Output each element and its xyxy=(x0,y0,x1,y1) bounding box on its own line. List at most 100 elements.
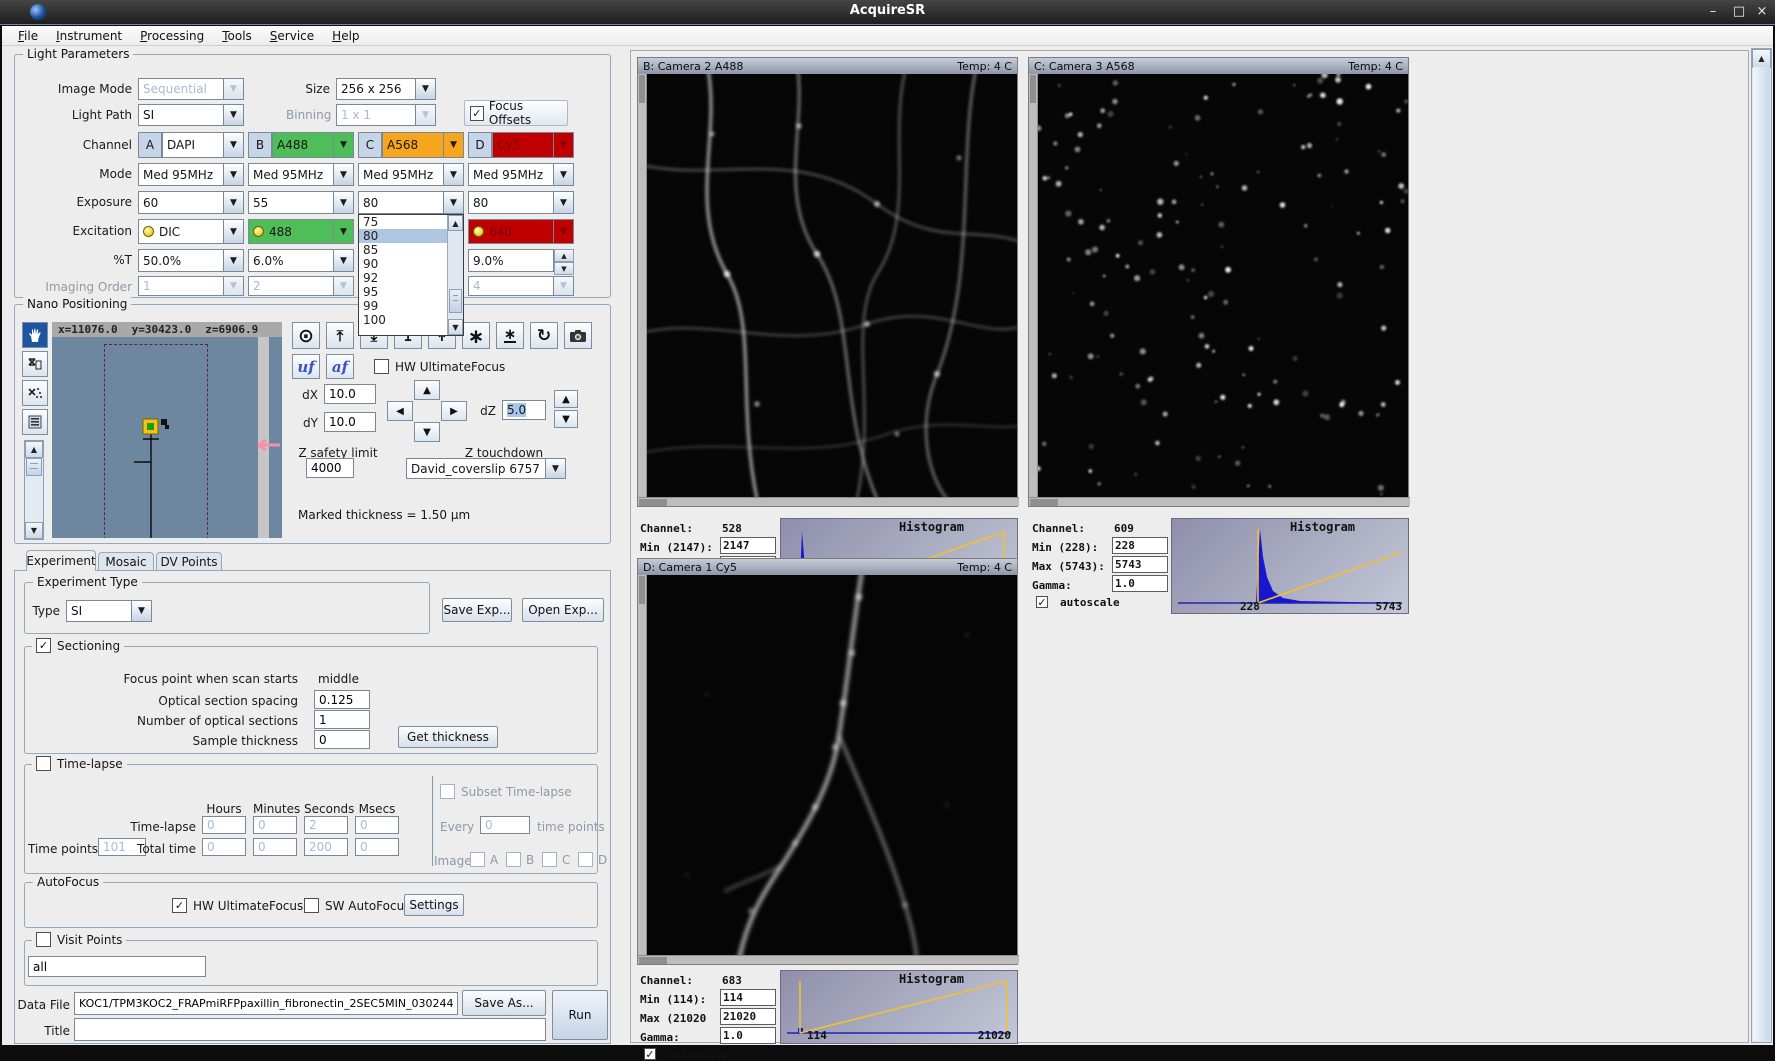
focus-offsets-checkbox[interactable]: ✓ xyxy=(470,105,484,121)
max-input[interactable]: 21020 xyxy=(720,1008,776,1025)
dropdown-option[interactable]: 90 xyxy=(359,257,448,271)
camera-b-vscrollbar[interactable] xyxy=(638,74,647,497)
tab-dv-points[interactable]: DV Points xyxy=(156,552,222,571)
z-touchdown-select[interactable]: David_coverslip 6757 ▼ xyxy=(406,458,566,479)
move-to-top-button[interactable]: ⤒ xyxy=(326,322,354,349)
scroll-up-icon[interactable]: ▲ xyxy=(448,215,463,231)
scroll-down-icon[interactable]: ▼ xyxy=(448,319,463,335)
min-input[interactable]: 114 xyxy=(720,989,776,1006)
title-input[interactable] xyxy=(74,1018,546,1041)
menu-tools[interactable]: Tools xyxy=(214,28,260,44)
scrollbar-thumb[interactable] xyxy=(26,458,42,476)
min-input[interactable]: 2147 xyxy=(720,537,776,554)
chevron-down-icon[interactable]: ▼ xyxy=(554,262,574,275)
dropdown-option[interactable]: 100 xyxy=(359,313,448,327)
camera-d-image[interactable] xyxy=(647,575,1017,955)
gamma-input[interactable]: 1.0 xyxy=(1112,575,1168,592)
visit-points-checkbox[interactable]: ✓ xyxy=(36,932,51,947)
dropdown-option[interactable]: 99 xyxy=(359,299,448,313)
data-file-input[interactable] xyxy=(74,992,458,1015)
tab-experiment[interactable]: Experiment xyxy=(26,550,96,571)
scrollbar-thumb[interactable] xyxy=(1030,75,1036,103)
mode-a-select[interactable]: Med 95MHz ▼ xyxy=(138,163,244,186)
menu-processing[interactable]: Processing xyxy=(132,28,212,44)
scrollbar-thumb[interactable] xyxy=(639,957,667,964)
menu-service[interactable]: Service xyxy=(262,28,322,44)
scrollbar-thumb[interactable] xyxy=(639,499,667,506)
maximize-button[interactable]: □ xyxy=(1730,4,1748,19)
camera-c-hscrollbar[interactable] xyxy=(1029,497,1410,506)
scroll-up-icon[interactable]: ▲ xyxy=(25,441,43,458)
visit-points-input[interactable] xyxy=(28,956,206,977)
refresh-stage-button[interactable]: ↻ xyxy=(530,322,558,349)
minimize-button[interactable]: – xyxy=(1704,4,1722,19)
open-exp-button[interactable]: Open Exp... xyxy=(522,598,604,622)
z-safety-input[interactable] xyxy=(306,458,354,478)
center-stage-button[interactable]: ⊙ xyxy=(292,322,320,349)
tab-mosaic[interactable]: Mosaic xyxy=(98,552,154,571)
scrollbar-thumb[interactable] xyxy=(639,576,645,604)
autofocus-hw-checkbox[interactable]: ✓ xyxy=(172,898,187,913)
dz-up-button[interactable]: ▲ xyxy=(554,390,578,408)
close-button[interactable]: × xyxy=(1753,4,1771,19)
excitation-d-select[interactable]: 640 ▼ xyxy=(468,219,574,244)
pt-a-select[interactable]: 50.0% ▼ xyxy=(138,249,244,272)
jog-down-button[interactable]: ▼ xyxy=(414,422,440,442)
timelapse-checkbox[interactable]: ✓ xyxy=(36,756,51,771)
dropdown-option[interactable]: 92 xyxy=(359,271,448,285)
dx-input[interactable] xyxy=(324,384,376,404)
run-button[interactable]: Run xyxy=(552,990,608,1040)
scroll-down-icon[interactable]: ▼ xyxy=(25,522,43,539)
dz-input[interactable]: 5.0 xyxy=(502,400,546,420)
mode-b-select[interactable]: Med 95MHz ▼ xyxy=(248,163,354,186)
channel-d-dye-select[interactable]: Cy5 ▼ xyxy=(492,132,574,158)
scrollbar-thumb[interactable] xyxy=(639,75,645,103)
focus-offsets-toggle[interactable]: ✓ Focus Offsets xyxy=(464,99,568,127)
visit-points-toggle[interactable]: ✓ Visit Points xyxy=(32,932,127,947)
section-spacing-input[interactable] xyxy=(314,690,370,709)
dropdown-scrollbar[interactable]: ▲ ▼ xyxy=(447,215,463,335)
menu-help[interactable]: Help xyxy=(324,28,367,44)
menu-instrument[interactable]: Instrument xyxy=(48,28,130,44)
stage-map[interactable]: x=11076.0 y=30423.0 z=6906.9 xyxy=(52,322,282,538)
nano-hw-ultimatefocus[interactable]: ✓ HW UltimateFocus xyxy=(374,359,505,374)
sample-thickness-input[interactable] xyxy=(314,730,370,749)
autofocus-settings-button[interactable]: Settings xyxy=(404,894,464,916)
camera-b-hscrollbar[interactable] xyxy=(638,497,1019,506)
dropdown-option-selected[interactable]: 80 xyxy=(359,229,448,243)
sectioning-toggle[interactable]: ✓ Sectioning xyxy=(32,638,125,653)
scroll-up-icon[interactable]: ▲ xyxy=(1752,49,1771,68)
exposure-c-combo[interactable]: 80 ▼ xyxy=(358,191,464,214)
max-input[interactable]: 5743 xyxy=(1112,556,1168,573)
timelapse-toggle[interactable]: ✓ Time-lapse xyxy=(32,756,127,771)
channel-a-dye-select[interactable]: DAPI ▼ xyxy=(162,132,244,158)
map-zoom-scrollbar[interactable]: ▲ ▼ xyxy=(24,440,44,540)
autoscale-checkbox[interactable]: ✓ xyxy=(1036,596,1048,608)
delete-point-button[interactable] xyxy=(22,351,48,377)
camera-d-vscrollbar[interactable] xyxy=(638,575,647,955)
exposure-dropdown-list[interactable]: 75 80 85 90 92 95 99 100 ▲ ▼ xyxy=(358,214,464,336)
pt-d-field[interactable]: 9.0% xyxy=(468,249,554,272)
pt-d-spinner[interactable]: ▲ ▼ xyxy=(554,249,574,275)
camera-c-vscrollbar[interactable] xyxy=(1029,74,1038,497)
mark-point-button[interactable]: ∗ xyxy=(462,322,490,349)
dropdown-option[interactable]: 85 xyxy=(359,243,448,257)
save-exp-button[interactable]: Save Exp... xyxy=(442,598,512,622)
jog-left-button[interactable]: ◀ xyxy=(387,401,413,421)
autofocus-sw-toggle[interactable]: ✓ SW AutoFocus xyxy=(304,898,410,913)
mode-c-select[interactable]: Med 95MHz ▼ xyxy=(358,163,464,186)
dy-input[interactable] xyxy=(324,412,376,432)
jog-right-button[interactable]: ▶ xyxy=(441,401,467,421)
jog-up-button[interactable]: ▲ xyxy=(414,380,440,400)
camera-d-hscrollbar[interactable] xyxy=(638,955,1019,964)
exposure-d-combo[interactable]: 80 ▼ xyxy=(468,191,574,214)
sectioning-checkbox[interactable]: ✓ xyxy=(36,638,51,653)
save-as-button[interactable]: Save As... xyxy=(462,990,546,1016)
exposure-a-combo[interactable]: 60 ▼ xyxy=(138,191,244,214)
min-input[interactable]: 228 xyxy=(1112,537,1168,554)
snapshot-button[interactable] xyxy=(564,322,592,349)
menu-file[interactable]: File xyxy=(10,28,46,44)
pan-tool-button[interactable] xyxy=(22,322,48,348)
type-select[interactable]: SI ▼ xyxy=(66,600,152,622)
excitation-b-select[interactable]: 488 ▼ xyxy=(248,219,354,244)
